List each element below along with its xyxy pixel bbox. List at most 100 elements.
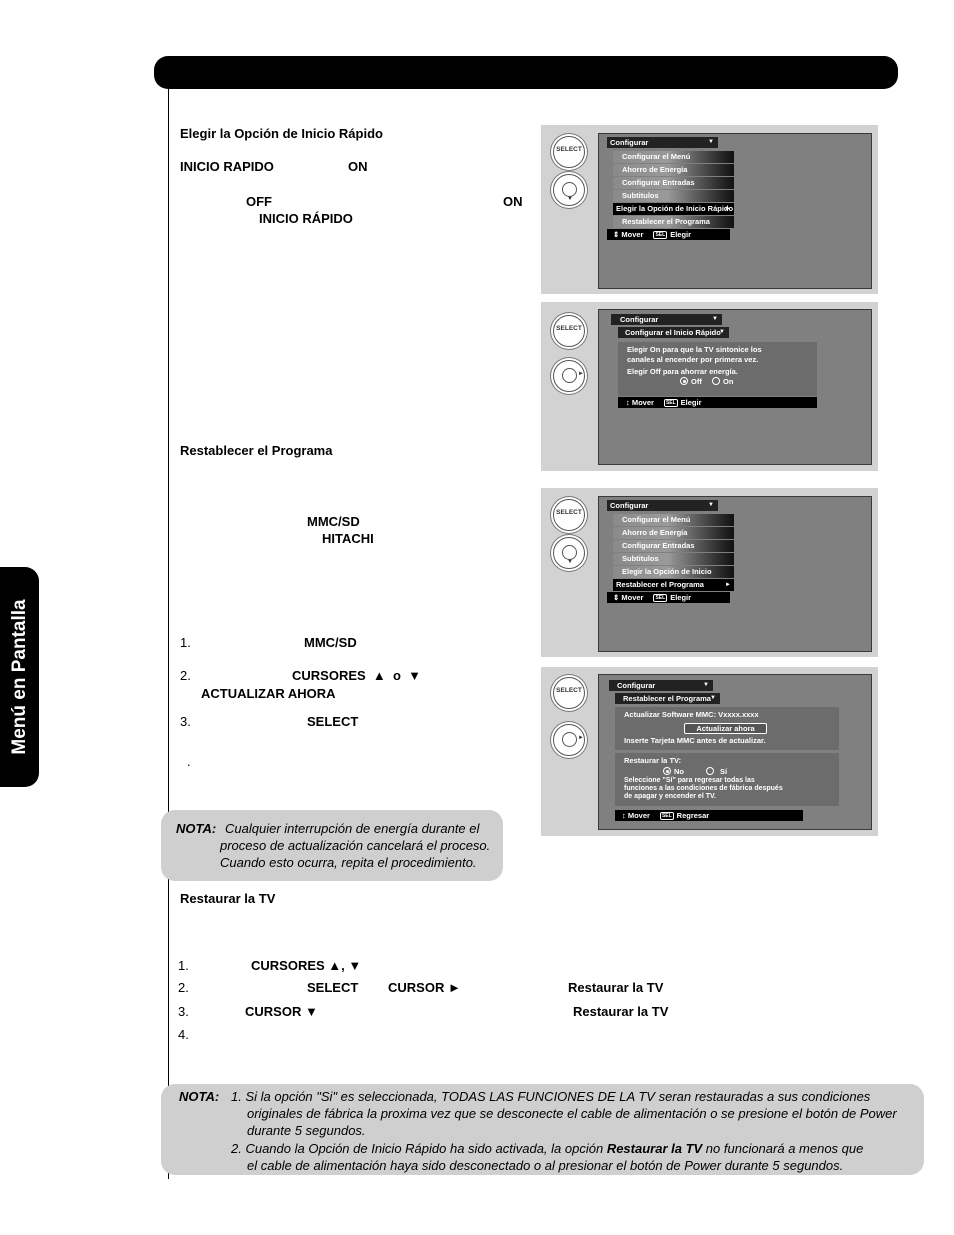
note-line: Cualquier interrupción de energía durant…: [225, 821, 480, 836]
menu-item[interactable]: Subtitulos: [613, 553, 734, 565]
restore-desc: de apagar y encender el TV.: [624, 793, 716, 800]
radio-unselected-icon: [712, 377, 720, 385]
help-bar: ⇕ Mover SEL Elegir: [607, 592, 730, 603]
select-button-icon: SELECT: [553, 499, 585, 531]
note-text-bold: Restaurar la TV: [606, 1141, 703, 1156]
quick-start-options-box: Elegir On para que la TV sintonice los c…: [618, 342, 817, 396]
step-number: 1.: [178, 958, 189, 973]
screen-panel-menu-reset: SELECT ▼ Configurar ▼ Configurar el Menú …: [541, 488, 878, 657]
note-line: 2. Cuando la Opción de Inicio Rápido ha …: [231, 1141, 863, 1156]
step-keyword: CURSORES ▲, ▼: [251, 958, 362, 973]
keyword-inicio-rapido: INICIO RAPIDO: [180, 159, 274, 174]
cursor-right-icon: ►: [553, 724, 585, 756]
cursor-down-icon: ▼: [553, 174, 585, 206]
step-keyword: SELECT: [307, 980, 359, 995]
select-button-icon: SELECT: [553, 136, 585, 168]
select-label: SELECT: [556, 509, 582, 516]
note-box-restore: NOTA: 1. Si la opción "Si" es selecciona…: [161, 1084, 924, 1175]
select-button-icon: SELECT: [553, 315, 585, 347]
select-label: SELECT: [556, 146, 582, 153]
keyword-hitachi: HITACHI: [322, 531, 374, 546]
menu-title: Configurar ▼: [607, 500, 718, 511]
step-number: 2.: [178, 980, 189, 995]
vertical-rule: [168, 89, 169, 1179]
restore-desc: Seleccione "Sí" para regresar todas las: [624, 777, 755, 784]
keyword-on: ON: [348, 159, 368, 174]
menu-item[interactable]: Restablecer el Programa: [613, 216, 734, 228]
dot-mark: .: [187, 754, 191, 769]
step-number: 4.: [178, 1027, 189, 1042]
side-tab: Menú en Pantalla: [0, 567, 39, 787]
help-bar: ↕ Mover SEL Elegir: [618, 397, 817, 408]
insert-card-text: Inserte Tarjeta MMC antes de actualizar.: [624, 736, 766, 745]
info-text: Elegir Off para ahorrar energía.: [627, 367, 738, 376]
menu-item[interactable]: Elegir la Opción de Inicio Rápido: [613, 566, 734, 588]
info-text: canales al encender por primera vez.: [627, 355, 759, 364]
note-line: 1. Si la opción "Si" es seleccionada, TO…: [231, 1089, 871, 1104]
step-keyword-2: ACTUALIZAR AHORA: [201, 686, 336, 701]
radio-no[interactable]: No: [663, 767, 684, 776]
menu-title: Configurar ▼: [609, 680, 713, 691]
menu-item[interactable]: Configurar el Menú: [613, 514, 734, 526]
select-button-icon: SELECT: [553, 677, 585, 709]
keyword-off: OFF: [246, 194, 272, 209]
info-text: Elegir On para que la TV sintonice los: [627, 345, 762, 354]
menu-item[interactable]: Ahorro de Energía: [613, 527, 734, 539]
menu-item[interactable]: Configurar Entradas: [613, 177, 734, 189]
tv-screen: Configurar ▼ Configurar el Inicio Rápido ▼…: [598, 309, 872, 465]
cursor-right-icon: ►: [553, 360, 585, 392]
help-bar: ⇕ Mover SEL Elegir: [607, 229, 730, 240]
radio-off[interactable]: Off: [680, 377, 702, 386]
submenu-title: Configurar el Inicio Rápido ▼: [618, 327, 729, 338]
radio-selected-icon: [680, 377, 688, 385]
radio-si[interactable]: Sí: [706, 767, 727, 776]
note-label: NOTA:: [176, 821, 217, 836]
menu-item[interactable]: Configurar el Menú: [613, 151, 734, 163]
step-keyword-3: Restaurar la TV: [573, 1004, 669, 1019]
step-keyword-2: CURSOR ►: [388, 980, 461, 995]
tv-screen: Configurar ▼ Configurar el Menú Ahorro de…: [598, 133, 872, 289]
tv-screen: Configurar ▼ Configurar el Menú Ahorro de…: [598, 496, 872, 652]
note-text: 2. Cuando la Opción de Inicio Rápido ha …: [231, 1141, 607, 1156]
menu-item-selected[interactable]: Restablecer el Programa ►: [613, 579, 734, 591]
step-number: 1.: [180, 635, 191, 650]
software-update-box: Actualizar Software MMC: Vxxxx.xxxx Actu…: [615, 707, 839, 750]
restore-desc: funciones a las condiciones de fábrica d…: [624, 785, 783, 792]
note-label: NOTA:: [179, 1089, 220, 1104]
section-heading-reset: Restablecer el Programa: [180, 443, 333, 458]
radio-on[interactable]: On: [712, 377, 733, 386]
keyword-on-2: ON: [503, 194, 523, 209]
screen-panel-quick-start-options: SELECT ► Configurar ▼ Configurar el Inici…: [541, 302, 878, 471]
software-version: Actualizar Software MMC: Vxxxx.xxxx: [624, 710, 759, 719]
update-now-button[interactable]: Actualizar ahora: [684, 723, 767, 734]
section-heading-restore: Restaurar la TV: [180, 891, 276, 906]
restore-label: Restaurar la TV:: [624, 756, 682, 765]
keyword-inicio-rapido-2: INICIO RÁPIDO: [259, 211, 353, 226]
menu-item[interactable]: Configurar Entradas: [613, 540, 734, 552]
note-line: Cuando esto ocurra, repita el procedimie…: [220, 855, 477, 870]
step-keyword: MMC/SD: [304, 635, 357, 650]
step-number: 3.: [178, 1004, 189, 1019]
menu-item-selected[interactable]: Elegir la Opción de Inicio Rápido ►: [613, 203, 734, 215]
step-keyword: SELECT: [307, 714, 359, 729]
screen-panel-reset-options: SELECT ► Configurar ▼ Restablecer el Prog…: [541, 667, 878, 836]
menu-item[interactable]: Ahorro de Energía: [613, 164, 734, 176]
step-keyword: CURSORES ▲ o ▼: [292, 668, 422, 683]
step-number: 3.: [180, 714, 191, 729]
note-line: originales de fábrica la proxima vez que…: [247, 1106, 897, 1121]
menu-title: Configurar ▼: [611, 314, 722, 325]
step-keyword-3: Restaurar la TV: [568, 980, 664, 995]
step-keyword: CURSOR ▼: [245, 1004, 318, 1019]
select-label: SELECT: [556, 687, 582, 694]
menu-item[interactable]: Subtitulos: [613, 190, 734, 202]
keyword-mmc-sd: MMC/SD: [307, 514, 360, 529]
help-bar: ↕ Mover SEL Regresar: [615, 810, 803, 821]
radio-selected-icon: [663, 767, 671, 775]
note-line: el cable de alimentación haya sido desco…: [247, 1158, 844, 1173]
tv-screen: Configurar ▼ Restablecer el Programa ▼ Act…: [598, 674, 872, 830]
screen-panel-menu-quick-start: SELECT ▼ Configurar ▼ Configurar el Menú …: [541, 125, 878, 294]
note-line: proceso de actualización cancelará el pr…: [220, 838, 491, 853]
header-bar: [154, 56, 898, 89]
step-number: 2.: [180, 668, 191, 683]
section-heading-quick-start: Elegir la Opción de Inicio Rápido: [180, 126, 383, 141]
